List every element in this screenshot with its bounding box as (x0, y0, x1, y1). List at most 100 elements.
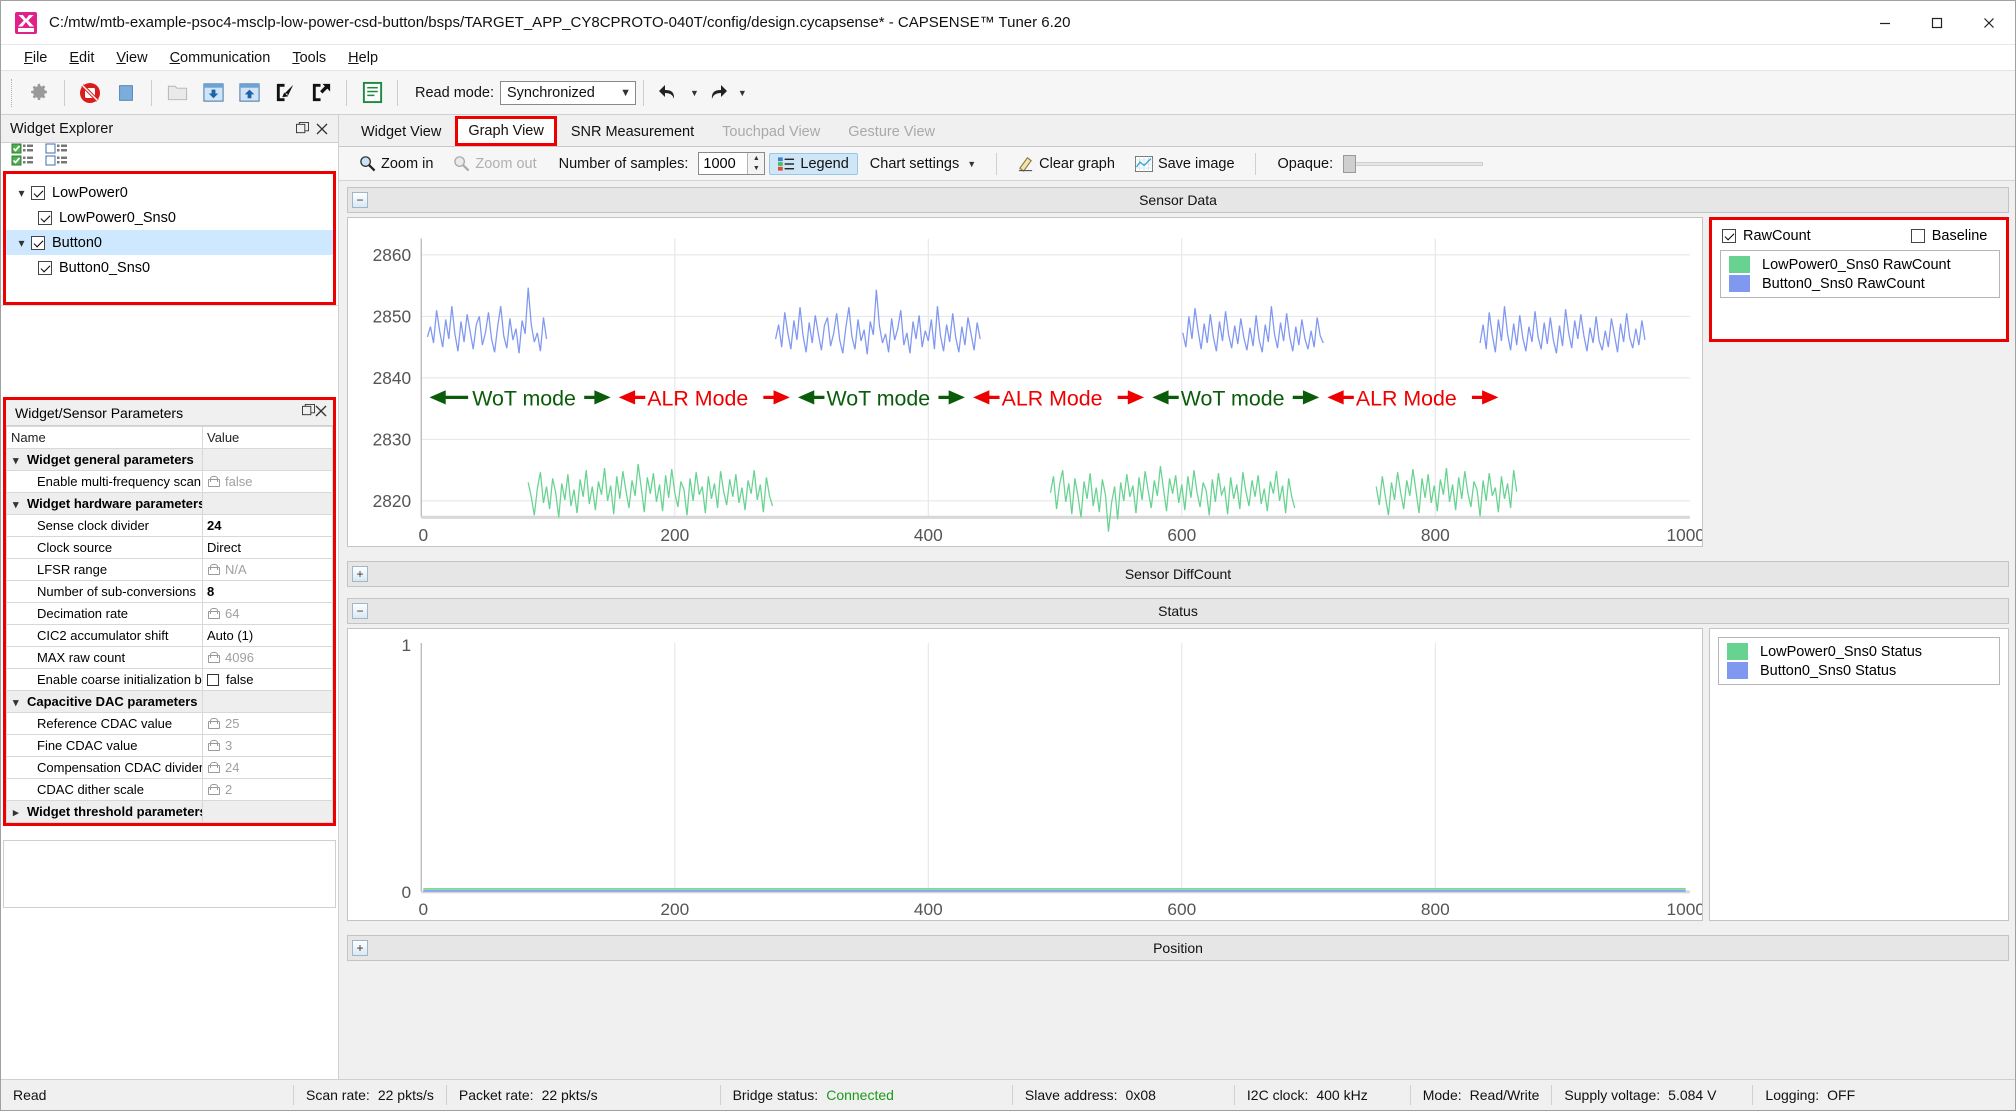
table-row[interactable]: Reference CDAC value 25 (6, 712, 333, 735)
menu-tools[interactable]: Tools (281, 48, 337, 68)
param-group-row[interactable]: ▾ Widget hardware parameters (6, 492, 333, 515)
table-row[interactable]: MAX raw count 4096 (6, 646, 333, 669)
menu-view[interactable]: View (105, 48, 158, 68)
table-row[interactable]: Compensation CDAC divider 24 (6, 756, 333, 779)
minimize-button[interactable] (1859, 1, 1911, 45)
tree-checkbox[interactable] (31, 185, 45, 200)
menu-help[interactable]: Help (337, 48, 389, 68)
param-value[interactable]: 24 (202, 514, 333, 537)
section-header-sensor-diffcount[interactable]: + Sensor DiffCount (347, 561, 2009, 587)
param-name: Fine CDAC value (6, 734, 203, 757)
list-item[interactable]: Button0_Sns0 Status (1719, 661, 1999, 680)
stop-icon[interactable] (110, 77, 142, 109)
tree-item-button0[interactable]: ▾ Button0 (6, 230, 333, 255)
table-row[interactable]: Enable multi-frequency scan false (6, 470, 333, 493)
opaque-slider[interactable] (1343, 154, 1484, 173)
param-group-row[interactable]: ▾ Widget general parameters (6, 448, 333, 471)
sensor-data-plot[interactable]: 2860 2850 2840 2830 2820 0 200 400 600 8… (347, 217, 1703, 547)
read-from-device-icon[interactable] (197, 77, 229, 109)
param-value[interactable]: 8 (202, 580, 333, 603)
list-item[interactable]: LowPower0_Sns0 Status (1719, 642, 1999, 661)
table-row[interactable]: LFSR range N/A (6, 558, 333, 581)
undo-dropdown-icon[interactable]: ▼ (690, 88, 699, 98)
chevron-down-icon[interactable]: ▾ (13, 696, 27, 709)
table-row[interactable]: Enable coarse initialization bypass fals… (6, 668, 333, 691)
chevron-right-icon[interactable]: ▸ (13, 806, 27, 819)
stepper-arrows[interactable]: ▲ ▼ (747, 153, 765, 175)
param-group-row[interactable]: ▾ Capacitive DAC parameters (6, 690, 333, 713)
chevron-down-icon[interactable]: ▼ (967, 159, 976, 169)
param-value[interactable]: Auto (1) (202, 624, 333, 647)
tab-snr-measurement[interactable]: SNR Measurement (557, 118, 708, 146)
disconnect-icon[interactable] (74, 77, 106, 109)
list-item[interactable]: Button0_Sns0 RawCount (1721, 274, 1999, 293)
float-icon[interactable] (292, 119, 312, 139)
tree-item-lowpower0[interactable]: ▾ LowPower0 (6, 180, 333, 205)
log-icon[interactable] (356, 77, 388, 109)
chevron-down-icon[interactable]: ▾ (12, 236, 31, 250)
section-header-position[interactable]: + Position (347, 935, 2009, 961)
tab-graph-view[interactable]: Graph View (455, 116, 557, 146)
tree-checkbox[interactable] (38, 260, 52, 275)
list-item[interactable]: LowPower0_Sns0 RawCount (1721, 255, 1999, 274)
stepper-down-icon[interactable]: ▼ (748, 164, 764, 175)
param-value[interactable]: Direct (202, 536, 333, 559)
tree-item-lowpower0-sns0[interactable]: LowPower0_Sns0 (6, 205, 333, 230)
chevron-down-icon[interactable]: ▾ (13, 454, 27, 467)
rawcount-checkbox[interactable] (1722, 229, 1736, 243)
table-row[interactable]: CIC2 accumulator shift Auto (1) (6, 624, 333, 647)
table-row[interactable]: Fine CDAC value 3 (6, 734, 333, 757)
status-slave-address: Slave address: 0x08 (1024, 1087, 1156, 1103)
close-button[interactable] (1963, 1, 2015, 45)
param-value[interactable]: false (202, 668, 333, 691)
close-panel-icon[interactable] (312, 119, 332, 139)
legend-toggle-button[interactable]: Legend (769, 152, 858, 175)
baseline-toggle[interactable]: Baseline (1910, 228, 1987, 244)
menu-file[interactable]: File (13, 48, 58, 68)
export-icon[interactable] (305, 77, 337, 109)
maximize-button[interactable] (1911, 1, 1963, 45)
gear-icon[interactable] (23, 77, 55, 109)
close-panel-icon[interactable] (315, 405, 327, 421)
clear-graph-button[interactable]: Clear graph (1009, 153, 1123, 174)
menu-communication[interactable]: Communication (159, 48, 282, 68)
chart-settings-button[interactable]: Chart settings ▼ (862, 154, 984, 174)
import-icon[interactable] (269, 77, 301, 109)
slider-thumb[interactable] (1343, 154, 1357, 173)
table-row[interactable]: Number of sub-conversions 8 (6, 580, 333, 603)
chevron-down-icon: ▼ (620, 86, 631, 99)
samples-value[interactable]: 1000 (699, 153, 747, 174)
tab-widget-view[interactable]: Widget View (347, 118, 455, 146)
tree-checkbox[interactable] (38, 210, 52, 225)
float-icon[interactable] (302, 404, 315, 421)
param-checkbox[interactable] (207, 674, 219, 686)
save-image-button[interactable]: Save image (1127, 154, 1243, 174)
param-group-row[interactable]: ▸ Widget threshold parameters (6, 800, 333, 823)
status-plot[interactable]: 1 0 0 200 400 600 800 1000 (347, 628, 1703, 921)
chevron-down-icon[interactable]: ▾ (12, 186, 31, 200)
section-header-sensor-data[interactable]: − Sensor Data (347, 187, 2009, 213)
table-row[interactable]: Decimation rate 64 (6, 602, 333, 625)
table-row[interactable]: CDAC dither scale 2 (6, 778, 333, 801)
write-to-device-icon[interactable] (233, 77, 265, 109)
section-header-status[interactable]: − Status (347, 598, 2009, 624)
tree-checkbox[interactable] (31, 235, 45, 250)
check-all-icon[interactable] (11, 143, 35, 171)
stepper-up-icon[interactable]: ▲ (748, 153, 764, 164)
menu-edit[interactable]: Edit (58, 48, 105, 68)
open-file-icon[interactable] (161, 77, 193, 109)
rawcount-toggle[interactable]: RawCount (1722, 228, 1811, 244)
samples-stepper[interactable]: 1000 ▲ ▼ (698, 152, 766, 175)
read-mode-select[interactable]: Synchronized ▼ (500, 80, 636, 105)
uncheck-all-icon[interactable] (45, 143, 69, 171)
redo-dropdown-icon[interactable]: ▼ (738, 88, 747, 98)
undo-icon[interactable] (653, 77, 685, 109)
chevron-down-icon[interactable]: ▾ (13, 498, 27, 511)
redo-icon[interactable] (701, 77, 733, 109)
table-row[interactable]: Clock source Direct (6, 536, 333, 559)
param-name: Enable coarse initialization bypass (6, 668, 203, 691)
zoom-in-button[interactable]: Zoom in (351, 153, 441, 174)
table-row[interactable]: Sense clock divider 24 (6, 514, 333, 537)
baseline-checkbox[interactable] (1910, 229, 1925, 243)
tree-item-button0-sns0[interactable]: Button0_Sns0 (6, 255, 333, 280)
